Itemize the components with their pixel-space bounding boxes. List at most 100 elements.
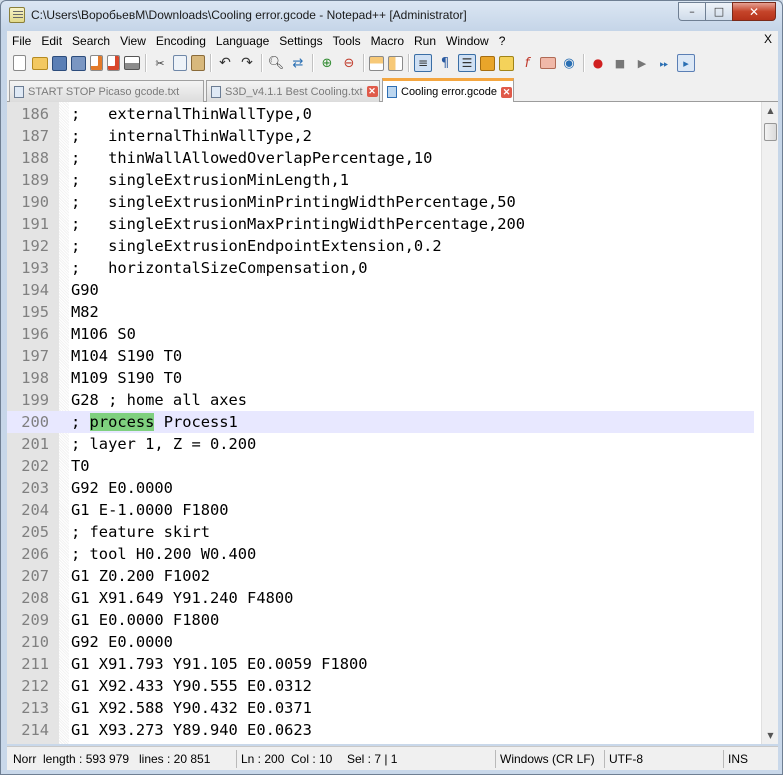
record-macro-icon[interactable]: ●: [589, 54, 607, 72]
close-file-icon[interactable]: [90, 55, 103, 71]
line-text[interactable]: G28 ; home all axes: [59, 391, 247, 409]
line-text[interactable]: ; singleExtrusionMaxPrintingWidthPercent…: [59, 215, 525, 233]
line-text[interactable]: G1 E-1.0000 F1800: [59, 501, 229, 519]
code-line[interactable]: 213 G1 X92.588 Y90.432 E0.0371: [7, 697, 754, 719]
menu-help[interactable]: ?: [494, 34, 511, 48]
line-text[interactable]: G1 X91.649 Y91.240 F4800: [59, 589, 293, 607]
close-button[interactable]: ✕: [732, 2, 776, 21]
menu-tools[interactable]: Tools: [328, 34, 366, 48]
code-line[interactable]: 210 G92 E0.0000: [7, 631, 754, 653]
code-line[interactable]: 201 ; layer 1, Z = 0.200: [7, 433, 754, 455]
code-line[interactable]: 204 G1 E-1.0000 F1800: [7, 499, 754, 521]
line-text[interactable]: G1 X93.273 Y89.940 E0.0623: [59, 721, 312, 739]
vertical-scrollbar[interactable]: ▲ ▼: [761, 102, 778, 744]
line-text[interactable]: T0: [59, 457, 90, 475]
menu-encoding[interactable]: Encoding: [151, 34, 211, 48]
play-macro-icon[interactable]: ▶: [633, 54, 651, 72]
code-line[interactable]: 206 ; tool H0.200 W0.400: [7, 543, 754, 565]
indent-guide-icon[interactable]: ☰: [458, 54, 476, 72]
scroll-down-arrow-icon[interactable]: ▼: [762, 727, 778, 744]
scrollbar-thumb[interactable]: [764, 123, 777, 141]
code-line[interactable]: 209 G1 E0.0000 F1800: [7, 609, 754, 631]
line-text[interactable]: M82: [59, 303, 99, 321]
save-macro-icon[interactable]: ▸: [677, 54, 695, 72]
line-text[interactable]: ; thinWallAllowedOverlapPercentage,10: [59, 149, 432, 167]
code-line[interactable]: 191 ; singleExtrusionMaxPrintingWidthPerc…: [7, 213, 754, 235]
menu-language[interactable]: Language: [211, 34, 274, 48]
menu-search[interactable]: Search: [67, 34, 115, 48]
line-text[interactable]: G1 X92.588 Y90.432 E0.0371: [59, 699, 312, 717]
zoom-out-icon[interactable]: ⊖: [340, 54, 358, 72]
sync-vertical-icon[interactable]: [369, 55, 384, 71]
code-line[interactable]: 188 ; thinWallAllowedOverlapPercentage,10: [7, 147, 754, 169]
line-text[interactable]: G1 E0.0000 F1800: [59, 611, 219, 629]
tab-close-icon[interactable]: ✕: [501, 86, 513, 98]
copy-icon[interactable]: [173, 55, 187, 71]
line-text[interactable]: G90: [59, 281, 99, 299]
line-text[interactable]: G92 E0.0000: [59, 479, 173, 497]
show-all-chars-icon[interactable]: ¶: [436, 54, 454, 72]
tab-start-stop-picaso[interactable]: START STOP Picaso gcode.txt: [9, 80, 204, 102]
line-text[interactable]: ; externalThinWallType,0: [59, 105, 312, 123]
redo-icon[interactable]: ↷: [238, 54, 256, 72]
scroll-up-arrow-icon[interactable]: ▲: [762, 102, 778, 119]
status-ln[interactable]: Ln : 200: [236, 750, 286, 768]
code-line[interactable]: 214 G1 X93.273 Y89.940 E0.0623: [7, 719, 754, 741]
code-line[interactable]: 203 G92 E0.0000: [7, 477, 754, 499]
line-text[interactable]: G1 Z0.200 F1002: [59, 567, 210, 585]
line-text[interactable]: G1 X92.433 Y90.555 E0.0312: [59, 677, 312, 695]
function-list-icon[interactable]: f: [518, 54, 536, 72]
code-line[interactable]: 190 ; singleExtrusionMinPrintingWidthPerc…: [7, 191, 754, 213]
save-icon[interactable]: [52, 55, 67, 71]
code-lines[interactable]: 186 ; externalThinWallType,0 187 ; internal…: [7, 103, 754, 741]
line-text[interactable]: ; singleExtrusionEndpointExtension,0.2: [59, 237, 442, 255]
run-macro-multiple-icon[interactable]: ⏩︎: [655, 54, 673, 72]
undo-icon[interactable]: ↶: [216, 54, 234, 72]
menu-edit[interactable]: Edit: [36, 34, 67, 48]
code-line[interactable]: 208 G1 X91.649 Y91.240 F4800: [7, 587, 754, 609]
new-file-icon[interactable]: [13, 55, 26, 71]
sync-horizontal-icon[interactable]: [388, 55, 403, 71]
status-eol[interactable]: Windows (CR LF): [495, 750, 603, 768]
menu-settings[interactable]: Settings: [274, 34, 327, 48]
line-text[interactable]: ; internalThinWallType,2: [59, 127, 312, 145]
code-line[interactable]: 193 ; horizontalSizeCompensation,0: [7, 257, 754, 279]
line-text[interactable]: ; layer 1, Z = 0.200: [59, 435, 256, 453]
code-line[interactable]: 197 M104 S190 T0: [7, 345, 754, 367]
code-line[interactable]: 187 ; internalThinWallType,2: [7, 125, 754, 147]
code-line[interactable]: 205 ; feature skirt: [7, 521, 754, 543]
code-line[interactable]: 198 M109 S190 T0: [7, 367, 754, 389]
line-text[interactable]: ; feature skirt: [59, 523, 210, 541]
status-col[interactable]: Col : 10: [287, 750, 342, 768]
code-line[interactable]: 196 M106 S0: [7, 323, 754, 345]
monitoring-icon[interactable]: ◉: [560, 54, 578, 72]
code-line[interactable]: 202 T0: [7, 455, 754, 477]
user-defined-lang-icon[interactable]: [480, 55, 495, 71]
save-all-icon[interactable]: [71, 55, 86, 71]
line-text[interactable]: ; process Process1: [59, 413, 238, 431]
code-line[interactable]: 192 ; singleExtrusionEndpointExtension,0.…: [7, 235, 754, 257]
code-line[interactable]: 200; process Process1: [7, 411, 754, 433]
tab-s3d-best-cooling[interactable]: S3D_v4.1.1 Best Cooling.txt ✕: [206, 80, 380, 102]
doc-map-icon[interactable]: [499, 55, 514, 71]
tab-close-icon[interactable]: ✕: [366, 86, 378, 97]
line-text[interactable]: ; tool H0.200 W0.400: [59, 545, 256, 563]
code-line[interactable]: 195 M82: [7, 301, 754, 323]
code-line[interactable]: 207 G1 Z0.200 F1002: [7, 565, 754, 587]
find-icon[interactable]: 🔍︎: [267, 54, 285, 72]
open-file-icon[interactable]: [32, 56, 48, 70]
tab-cooling-error[interactable]: Cooling error.gcode ✕: [382, 78, 514, 103]
code-line[interactable]: 199 G28 ; home all axes: [7, 389, 754, 411]
code-line[interactable]: 189 ; singleExtrusionMinLength,1: [7, 169, 754, 191]
close-all-icon[interactable]: [107, 55, 120, 71]
menu-file[interactable]: File: [7, 34, 36, 48]
line-text[interactable]: G92 E0.0000: [59, 633, 173, 651]
line-text[interactable]: G1 X91.793 Y91.105 E0.0059 F1800: [59, 655, 368, 673]
folder-workspace-icon[interactable]: [540, 57, 556, 69]
zoom-in-icon[interactable]: ⊕: [318, 54, 336, 72]
status-sel[interactable]: Sel : 7 | 1: [343, 750, 493, 768]
stop-macro-icon[interactable]: ■: [611, 54, 629, 72]
status-encoding[interactable]: UTF-8: [604, 750, 722, 768]
word-wrap-icon[interactable]: ≡: [414, 54, 432, 72]
close-document-button[interactable]: X: [764, 32, 772, 46]
